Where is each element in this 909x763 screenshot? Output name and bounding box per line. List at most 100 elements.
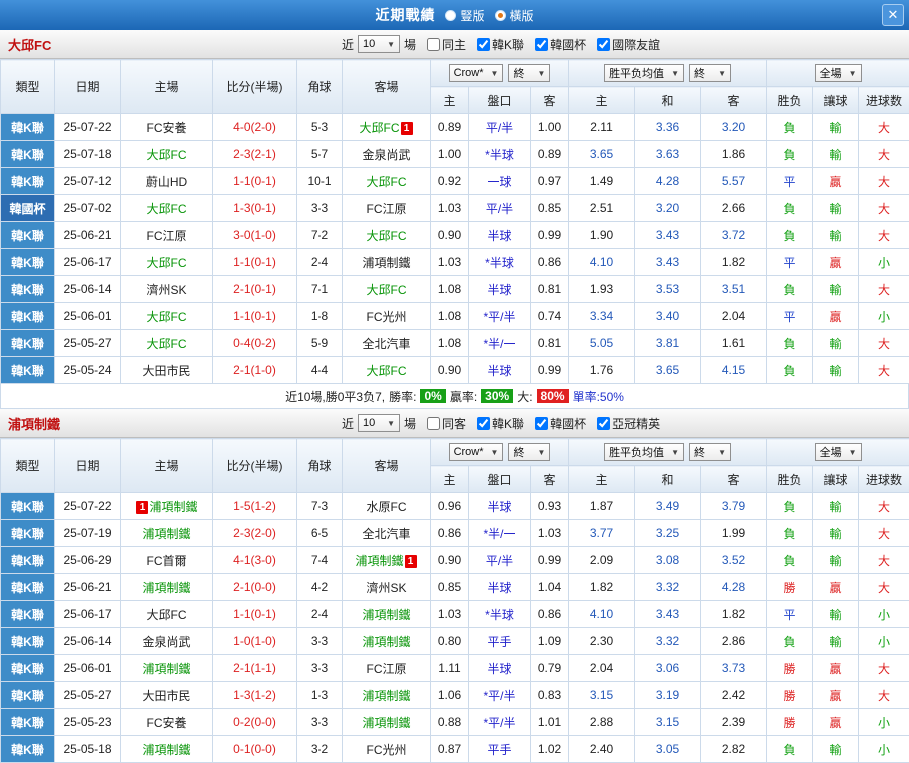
filter-checkbox-2[interactable] [535,38,548,51]
avg-final-select[interactable]: 終▼ [689,64,731,82]
avg-away-cell: 1.82 [701,601,767,628]
away-team-cell: FC江原 [343,655,431,682]
odds-away-cell: 0.81 [531,276,569,303]
winloss-cell: 負 [767,222,813,249]
score-cell: 0-1(0-0) [213,736,297,763]
avg-away-cell: 3.79 [701,493,767,520]
avg-draw-cell: 3.43 [635,249,701,276]
chevron-down-icon: ▼ [671,69,679,78]
date-cell: 25-06-14 [55,628,121,655]
winloss-cell: 負 [767,628,813,655]
close-icon[interactable]: ✕ [882,4,904,26]
corners-cell: 4-2 [297,574,343,601]
team-name: 浦項制鐵 [362,635,410,649]
matches-table-1: 類型日期主場比分(半場)角球客場Crow*▼終▼胜平负均值▼終▼全場▼主盤口客主… [0,438,909,763]
table-row: 韓K聯25-05-24大田市民2-1(1-0)4-4大邱FC0.90半球0.99… [1,357,909,384]
odds-provider-select[interactable]: Crow*▼ [449,64,504,82]
odds-away-cell: 1.00 [531,114,569,141]
odds-home-cell: 1.08 [431,303,469,330]
handicap-cell: *平/半 [469,709,531,736]
away-team-cell: 浦項制鐵 [343,709,431,736]
filter-option-1[interactable]: 韓K聯 [477,36,524,53]
competition-type-cell: 韓K聯 [1,276,55,303]
full-match-select[interactable]: 全場▼ [815,443,862,461]
odds-final-select[interactable]: 終▼ [508,64,550,82]
home-team-cell: 浦項制鐵 [121,574,213,601]
filter-option-3[interactable]: 亞冠精英 [597,415,660,432]
away-team-cell: 浦項制鐵 [343,628,431,655]
home-team-cell: FC江原 [121,222,213,249]
avg-home-cell: 2.40 [569,736,635,763]
handicap-cell: 半球 [469,222,531,249]
score-cell: 2-3(2-0) [213,520,297,547]
team-name: FC光州 [367,743,407,757]
filter-option-2[interactable]: 韓國杯 [535,415,586,432]
away-team-cell: 大邱FC [343,357,431,384]
avg-home-cell: 1.93 [569,276,635,303]
goals-result-cell: 大 [859,168,909,195]
odds-home-cell: 0.87 [431,736,469,763]
corners-cell: 2-4 [297,601,343,628]
winloss-cell: 負 [767,736,813,763]
filter-option-2[interactable]: 韓國杯 [535,36,586,53]
avg-away-cell: 2.86 [701,628,767,655]
odds-away-cell: 0.86 [531,249,569,276]
avg-odds-select[interactable]: 胜平负均值▼ [604,443,684,461]
layout-radio-horizontal[interactable]: 橫版 [495,7,534,24]
avg-odds-select[interactable]: 胜平负均值▼ [604,64,684,82]
team-name: 浦項制鐵 [355,554,403,568]
filter-checkbox-1[interactable] [477,38,490,51]
odds-home-cell: 1.06 [431,682,469,709]
handicap-cell: *半球 [469,601,531,628]
filter-option-3[interactable]: 國際友誼 [597,36,660,53]
filter-checkbox-0[interactable] [427,417,440,430]
odds-away-cell: 0.83 [531,682,569,709]
radio-icon [445,10,456,21]
match-count-select[interactable]: 10▼ [358,35,400,53]
handicap-result-cell: 輸 [813,493,859,520]
stat-value: 80% [537,389,569,403]
goals-result-cell: 大 [859,330,909,357]
avg-draw-cell: 3.49 [635,493,701,520]
avg-home-cell: 2.51 [569,195,635,222]
avg-home-cell: 4.10 [569,249,635,276]
odds-provider-select[interactable]: Crow*▼ [449,443,504,461]
filter-option-0[interactable]: 同客 [427,415,466,432]
match-count-select[interactable]: 10▼ [358,414,400,432]
odds-final-select[interactable]: 終▼ [508,443,550,461]
odds-away-cell: 1.04 [531,574,569,601]
table-row: 韓K聯25-06-17大邱FC1-1(0-1)2-4浦項制鐵1.03*半球0.8… [1,249,909,276]
full-match-select[interactable]: 全場▼ [815,64,862,82]
avg-away-cell: 3.20 [701,114,767,141]
avg-away-cell: 4.15 [701,357,767,384]
date-cell: 25-07-12 [55,168,121,195]
chevron-down-icon: ▼ [538,69,546,78]
table-row: 韓K聯25-07-18大邱FC2-3(2-1)5-7金泉尚武1.00*半球0.8… [1,141,909,168]
competition-type-cell: 韓K聯 [1,655,55,682]
avg-final-select[interactable]: 終▼ [689,443,731,461]
filter-option-0[interactable]: 同主 [427,36,466,53]
away-team-cell: 浦項制鐵1 [343,547,431,574]
avg-home-cell: 1.87 [569,493,635,520]
odds-away-cell: 0.99 [531,547,569,574]
layout-radio-vertical[interactable]: 豎版 [445,7,484,24]
filter-option-1[interactable]: 韓K聯 [477,415,524,432]
filter-checkbox-1[interactable] [477,417,490,430]
red-card-badge: 1 [136,501,148,514]
filter-checkbox-3[interactable] [597,417,610,430]
team-title: 浦項制鐵 [0,414,342,433]
avg-draw-cell: 3.19 [635,682,701,709]
handicap-cell: 平手 [469,736,531,763]
table-row: 韓K聯25-07-221浦項制鐵1-5(1-2)7-3水原FC0.96半球0.9… [1,493,909,520]
filter-checkbox-3[interactable] [597,38,610,51]
team-name: FC首爾 [147,554,187,568]
table-row: 韓K聯25-07-12蔚山HD1-1(0-1)10-1大邱FC0.92一球0.9… [1,168,909,195]
filter-checkbox-2[interactable] [535,417,548,430]
subcol-header: 主 [431,466,469,493]
avg-home-cell: 2.30 [569,628,635,655]
avg-away-cell: 5.57 [701,168,767,195]
handicap-result-cell: 贏 [813,574,859,601]
filter-checkbox-0[interactable] [427,38,440,51]
checkbox-label: 韓K聯 [492,415,524,432]
score-cell: 4-0(2-0) [213,114,297,141]
